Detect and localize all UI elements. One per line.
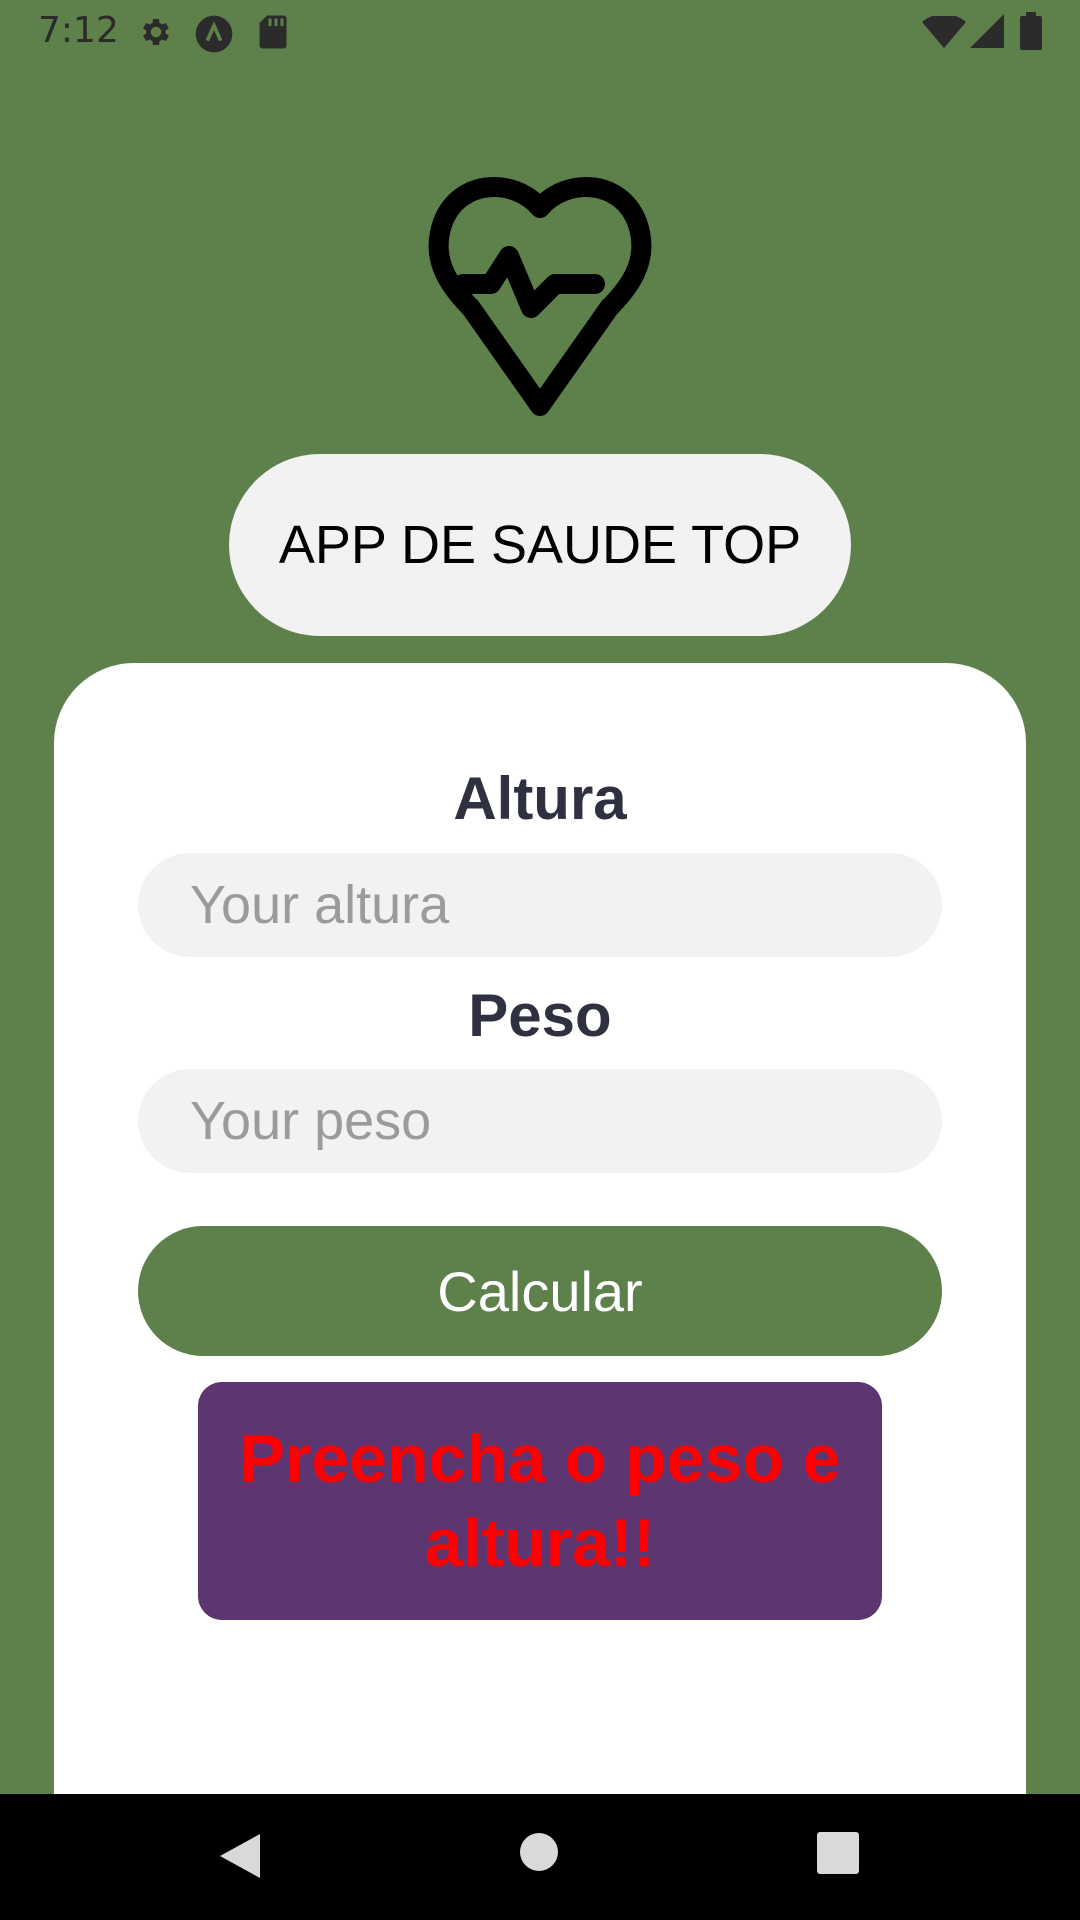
sd-card-icon [259, 15, 287, 49]
status-bar: 7:12 [0, 0, 1080, 64]
height-placeholder: Your altura [190, 875, 450, 935]
weight-input[interactable]: Your peso [138, 1069, 942, 1173]
wifi-icon [922, 16, 966, 48]
app-title: APP DE SAUDE TOP [229, 454, 851, 636]
error-message-text: Preencha o peso e altura!! [239, 1421, 841, 1581]
signal-icon [970, 14, 1004, 48]
heart-pulse-icon [428, 177, 652, 416]
height-input[interactable]: Your altura [138, 853, 942, 957]
gear-icon [143, 18, 169, 46]
error-message: Preencha o peso e altura!! [198, 1382, 882, 1620]
battery-icon [1020, 12, 1042, 50]
back-icon[interactable] [216, 1832, 262, 1880]
recents-icon[interactable] [817, 1832, 859, 1874]
height-label: Altura [453, 765, 627, 832]
calculate-button[interactable]: Calcular [138, 1226, 942, 1356]
app-a-icon [195, 15, 233, 53]
status-time: 7:12 [38, 10, 119, 51]
navigation-bar [0, 1794, 1080, 1920]
home-icon[interactable] [519, 1832, 559, 1872]
weight-placeholder: Your peso [190, 1091, 432, 1151]
weight-label: Peso [468, 982, 612, 1049]
